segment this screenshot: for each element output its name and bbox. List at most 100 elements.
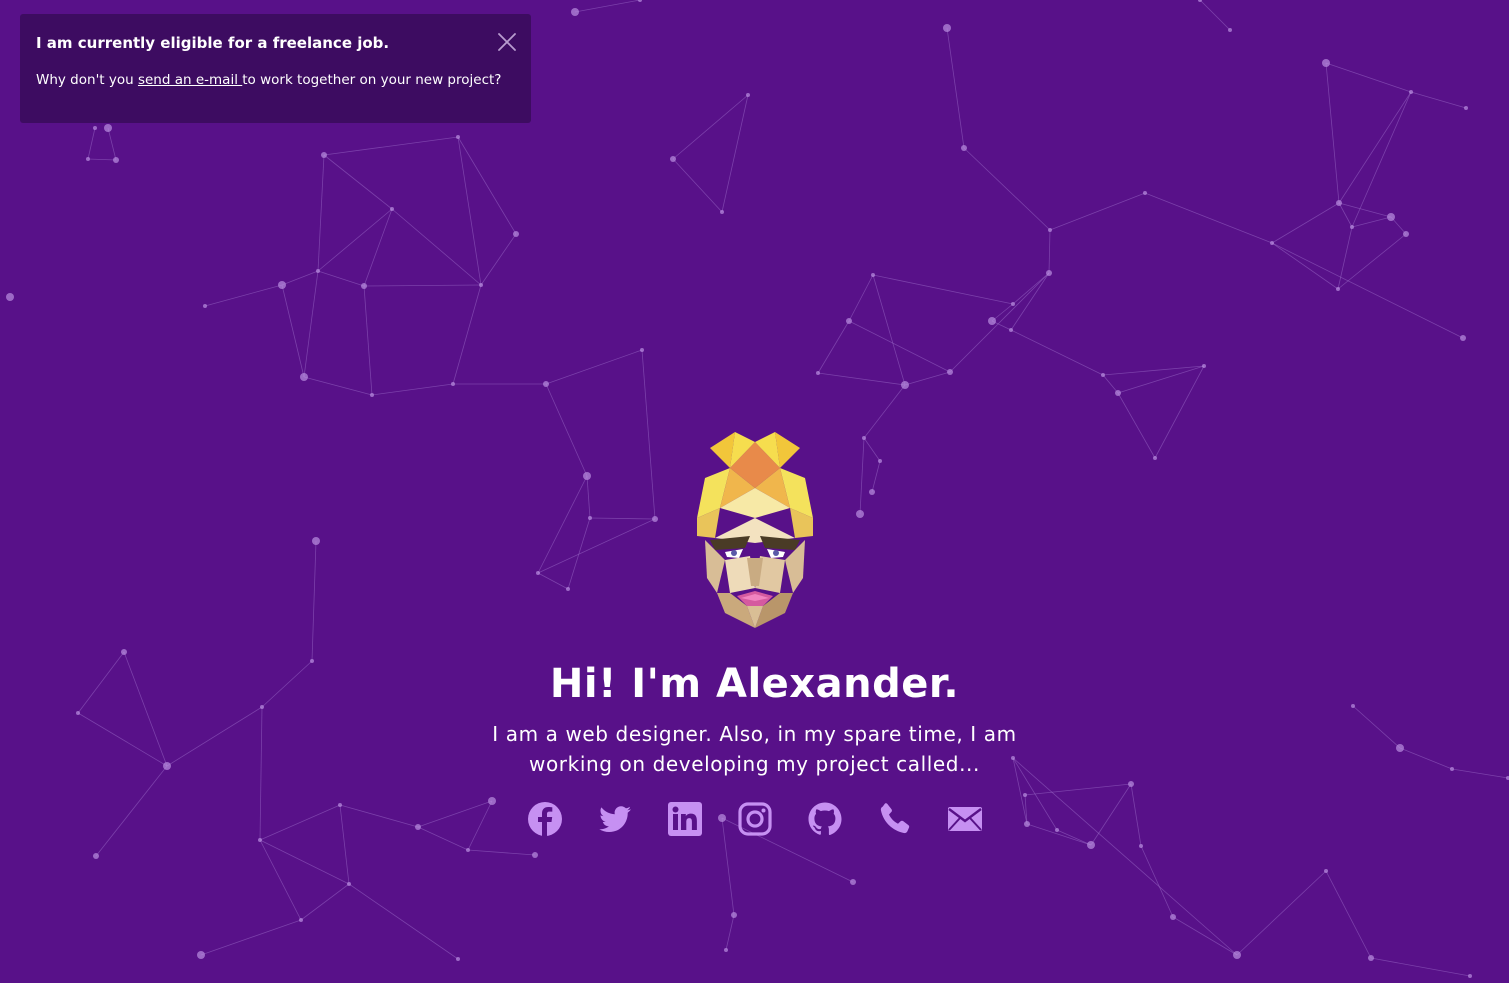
page-title: Hi! I'm Alexander. <box>549 661 960 707</box>
network-line <box>259 839 302 921</box>
network-node <box>961 145 967 151</box>
notification-body: Why don't you send an e-mail to work tog… <box>36 71 515 89</box>
network-node <box>316 269 320 273</box>
phone-icon <box>880 803 909 834</box>
network-node <box>571 8 579 16</box>
network-line <box>1351 91 1412 228</box>
network-line <box>323 154 393 210</box>
network-line <box>1271 202 1340 244</box>
email-link[interactable] <box>947 801 983 837</box>
network-line <box>1325 870 1372 959</box>
network-line <box>1271 242 1339 290</box>
network-line <box>1325 62 1340 204</box>
network-node <box>1233 951 1241 959</box>
network-node <box>543 381 549 387</box>
hero-section: Hi! I'm Alexander. I am a web designer. … <box>0 428 1509 837</box>
network-line <box>317 154 325 272</box>
network-node <box>1009 328 1013 332</box>
network-line <box>371 383 454 396</box>
network-node <box>361 283 367 289</box>
network-node <box>1115 390 1121 396</box>
network-node <box>850 879 856 885</box>
network-node <box>746 93 750 97</box>
network-line <box>303 270 319 378</box>
network-line <box>1236 870 1327 956</box>
network-line <box>204 284 283 307</box>
network-line <box>1338 202 1392 218</box>
network-line <box>545 349 643 385</box>
network-line <box>1370 957 1471 977</box>
network-node <box>466 848 470 852</box>
network-node <box>947 369 953 375</box>
network-node <box>1468 974 1472 978</box>
linkedin-link[interactable] <box>667 801 703 837</box>
close-icon[interactable] <box>497 32 517 52</box>
network-node <box>203 304 207 308</box>
network-line <box>200 919 302 956</box>
network-node <box>299 918 303 922</box>
network-node <box>390 207 394 211</box>
network-line <box>872 274 906 386</box>
github-icon <box>808 802 841 836</box>
phone-link[interactable] <box>877 801 913 837</box>
network-line <box>817 320 850 374</box>
network-line <box>949 272 1050 373</box>
network-line <box>725 914 735 951</box>
network-line <box>1010 329 1104 376</box>
instagram-link[interactable] <box>737 801 773 837</box>
network-line <box>259 839 350 885</box>
network-line <box>457 136 517 235</box>
network-node <box>1464 106 1468 110</box>
network-line <box>1338 202 1353 228</box>
network-line <box>1049 192 1146 231</box>
network-line <box>1140 845 1174 918</box>
facebook-link[interactable] <box>527 801 563 837</box>
network-line <box>363 284 482 287</box>
network-node <box>988 317 996 325</box>
send-email-link[interactable]: send an e-mail <box>138 72 242 88</box>
network-line <box>1271 242 1464 339</box>
network-node <box>104 124 112 132</box>
network-line <box>303 376 373 396</box>
hero-description: I am a web designer. Also, in my spare t… <box>492 722 1017 776</box>
network-node <box>456 135 460 139</box>
network-line <box>1048 229 1051 274</box>
notification-title: I am currently eligible for a freelance … <box>36 34 390 52</box>
social-links <box>0 801 1509 837</box>
network-node <box>1403 231 1409 237</box>
instagram-icon <box>737 802 772 836</box>
network-node <box>1324 869 1328 873</box>
network-node <box>1087 841 1095 849</box>
network-node <box>370 393 374 397</box>
network-line <box>281 270 319 286</box>
network-line <box>848 274 874 322</box>
network-line <box>963 147 1051 231</box>
twitter-link[interactable] <box>597 801 633 837</box>
network-line <box>107 127 117 161</box>
network-node <box>258 838 262 842</box>
network-node <box>1139 844 1143 848</box>
network-node <box>1048 228 1052 232</box>
network-node <box>1368 955 1374 961</box>
freelance-notification: I am currently eligible for a freelance … <box>20 14 531 123</box>
network-node <box>347 882 351 886</box>
network-node <box>640 348 644 352</box>
network-line <box>1338 91 1412 204</box>
network-node <box>1143 191 1147 195</box>
github-link[interactable] <box>807 801 843 837</box>
network-node <box>321 152 327 158</box>
network-node <box>300 373 308 381</box>
network-line <box>363 285 373 396</box>
network-line <box>1172 916 1238 956</box>
network-line <box>1325 62 1412 93</box>
network-line <box>457 136 482 286</box>
network-line <box>300 883 350 921</box>
network-line <box>872 274 1014 305</box>
twitter-icon <box>598 806 631 832</box>
network-line <box>87 127 96 160</box>
network-line <box>467 849 536 856</box>
network-node <box>197 951 205 959</box>
network-node <box>513 231 519 237</box>
network-line <box>904 371 951 386</box>
network-node <box>1202 364 1206 368</box>
